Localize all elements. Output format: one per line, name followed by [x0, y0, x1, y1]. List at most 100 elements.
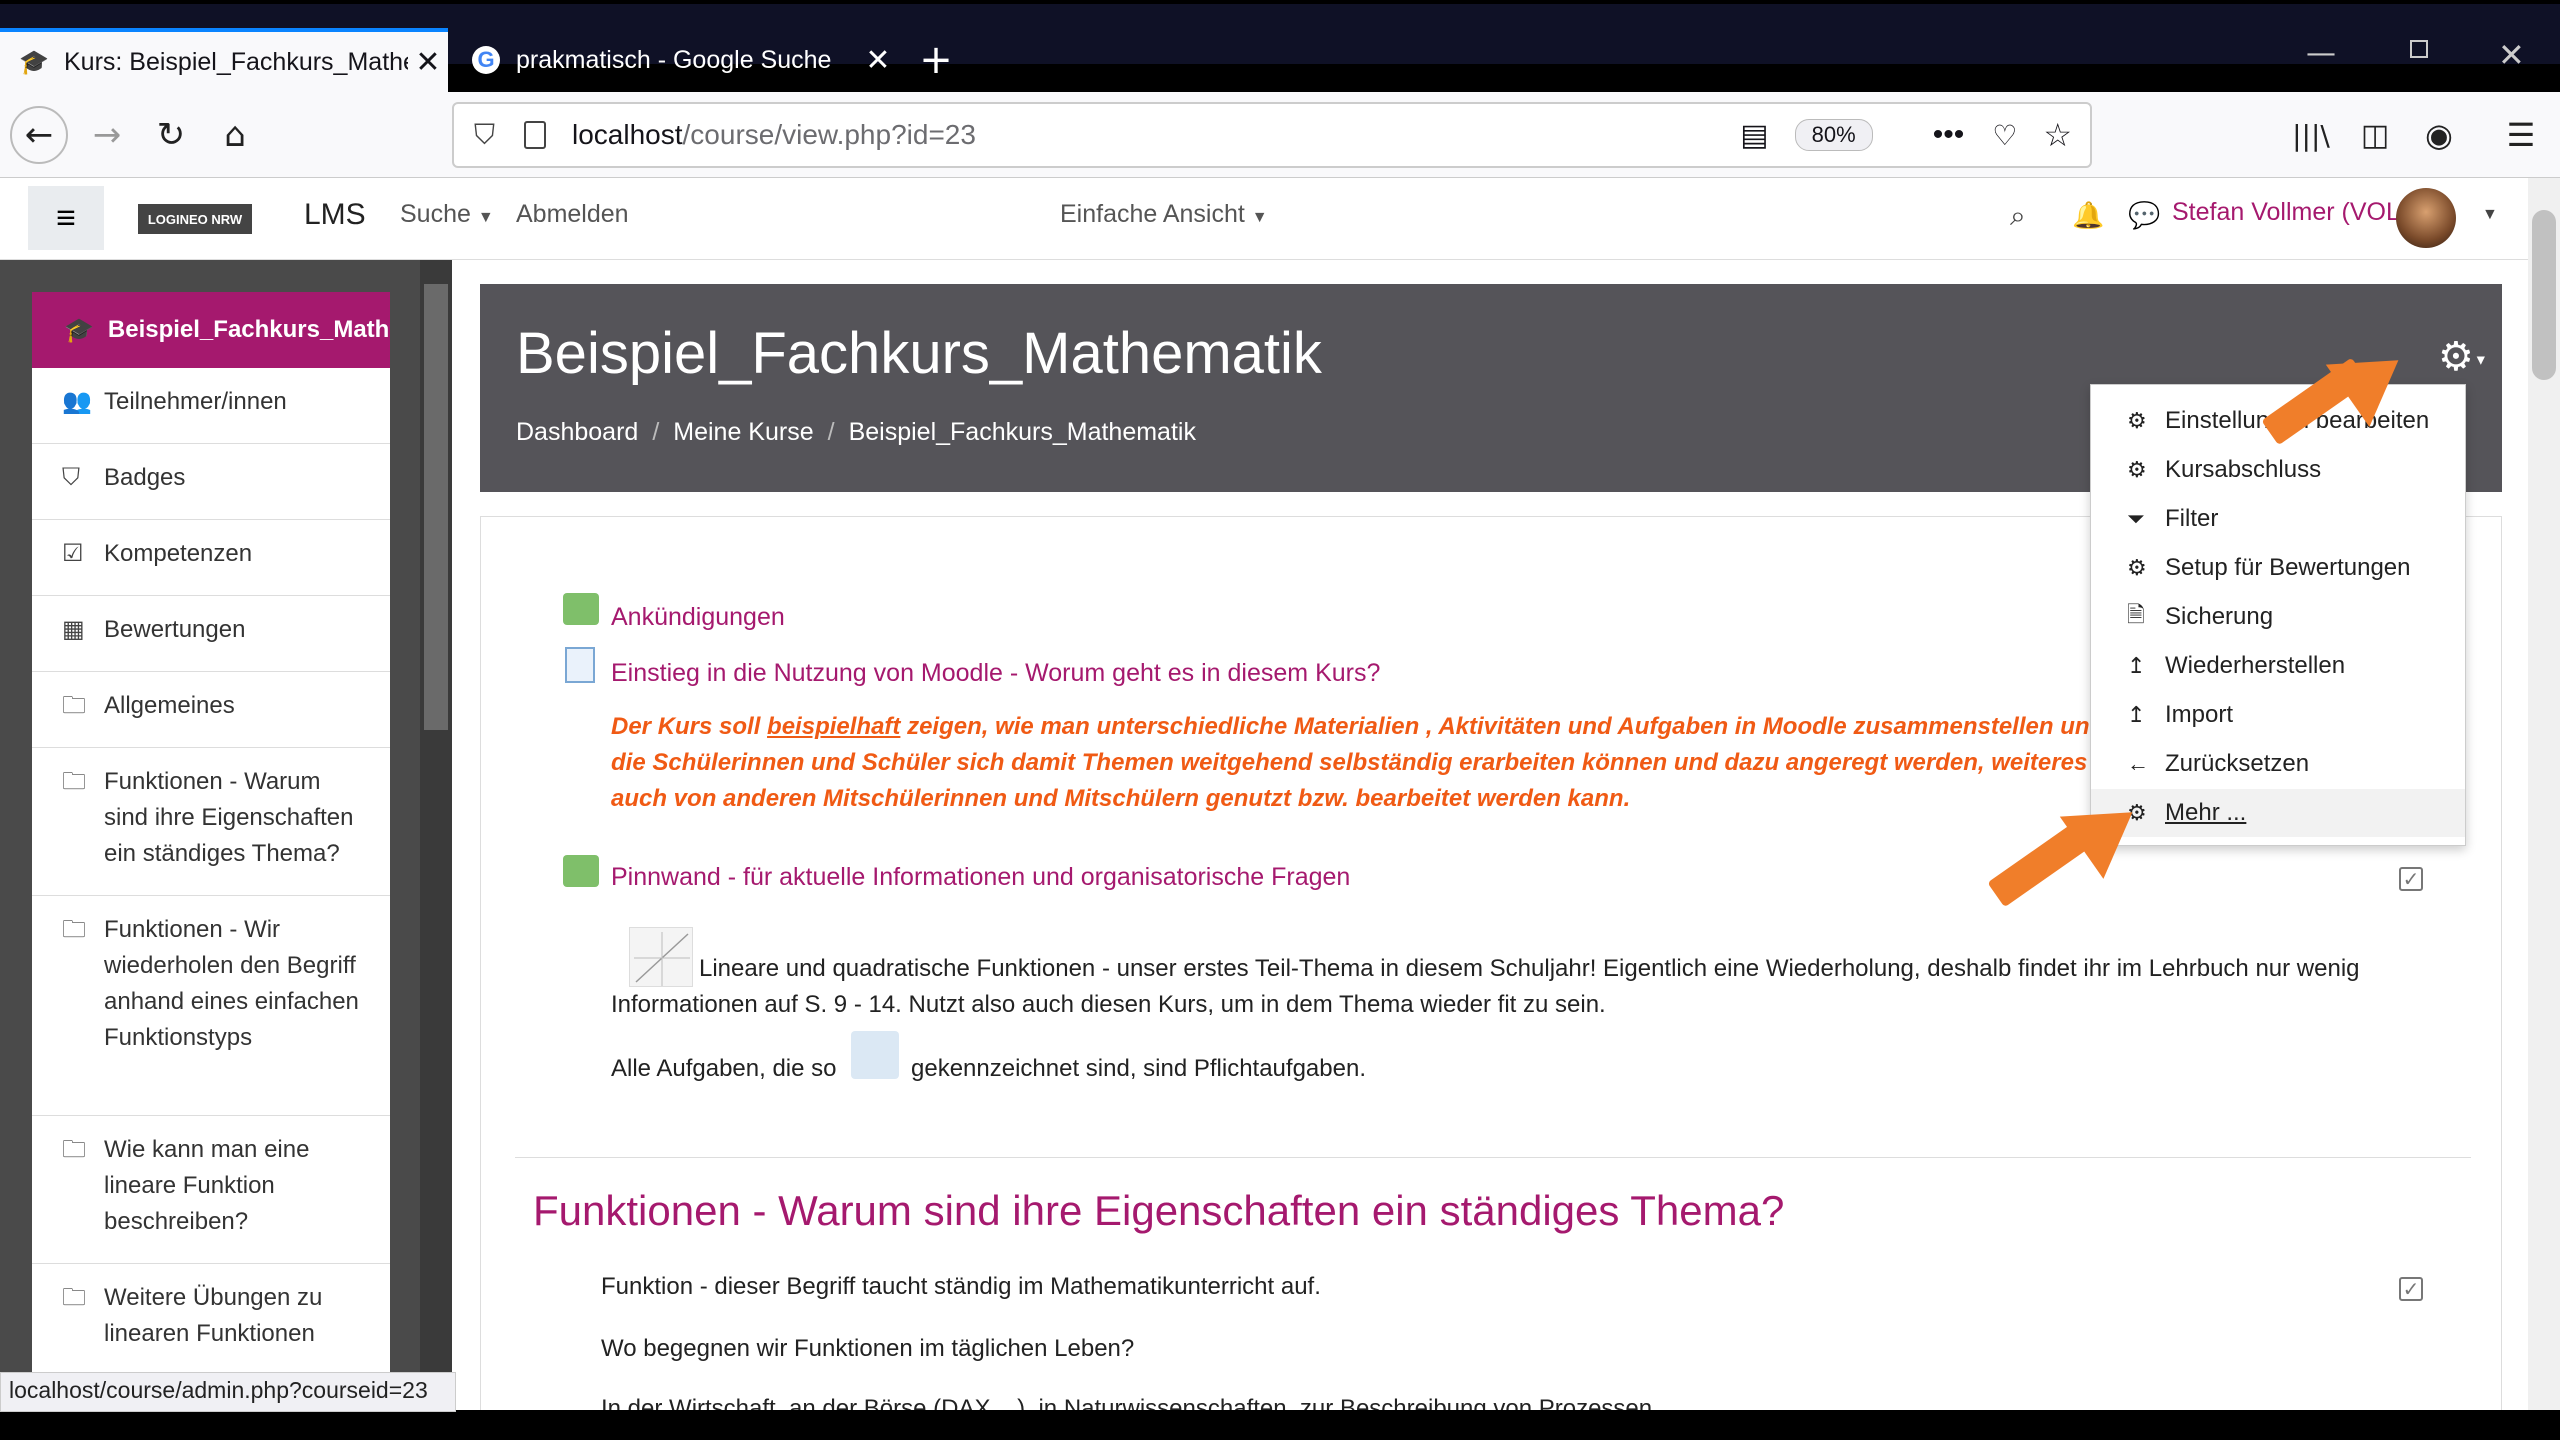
bookmark-star-icon[interactable]: ☆ [2043, 116, 2072, 154]
section-text-2: Wo begegnen wir Funktionen im täglichen … [601, 1335, 1135, 1362]
tab-title: Kurs: Beispiel_Fachkurs_Mathem [64, 47, 408, 76]
sidebar-toggle-icon[interactable]: ◫ [2346, 106, 2404, 164]
sidebar-item-general[interactable]: 🗀 Allgemeines [32, 672, 390, 748]
settings-gear-icon[interactable]: ⚙▼ [2438, 334, 2488, 380]
page-actions-icon[interactable]: ••• [1933, 118, 1965, 152]
close-tab-icon[interactable]: ✕ [858, 43, 898, 78]
menu-item-more[interactable]: ⚙ Mehr ... [2091, 789, 2465, 837]
linear-text-line-1: Lineare und quadratische Funktionen - un… [699, 955, 2360, 982]
pocket-icon[interactable]: ♡ [1992, 119, 2017, 152]
moodle-favicon-icon: 🎓 [19, 48, 49, 76]
menu-item-label: Mehr ... [2165, 799, 2247, 826]
reader-view-icon[interactable]: ▤ [1740, 118, 1768, 153]
upload-icon: ↥ [2127, 702, 2146, 727]
drawer-toggle-icon[interactable]: ≡ [28, 186, 104, 250]
users-icon: 👥 [62, 388, 92, 415]
account-icon[interactable]: ◉ [2410, 106, 2468, 164]
tab-google[interactable]: G prakmatisch - Google Suche ✕ [452, 28, 898, 92]
sidebar-item-label: Allgemeines [104, 692, 235, 719]
forum-icon [563, 593, 599, 625]
user-name[interactable]: Stefan Vollmer (VOL) [2172, 198, 2408, 227]
intro-text-line-1: Der Kurs soll beispielhaft zeigen, wie m… [611, 709, 2104, 745]
breadcrumb-dashboard[interactable]: Dashboard [516, 418, 638, 447]
section-divider [515, 1157, 2471, 1158]
search-menu[interactable]: Suche ▼ [400, 200, 494, 229]
intro-text-part: Der Kurs soll [611, 713, 768, 740]
page-scroll-thumb[interactable] [2532, 210, 2556, 380]
menu-item-backup[interactable]: 🗎 Sicherung [2091, 593, 2465, 641]
close-window-icon[interactable]: ✕ [2498, 36, 2525, 74]
sidebar-item-label: Kompetenzen [104, 540, 253, 567]
section-text-1: Funktion - dieser Begriff taucht ständig… [601, 1273, 1321, 1300]
sidebar-item-section-2[interactable]: 🗀 Funktionen - Wir wiederholen den Begrif… [32, 896, 390, 1116]
reload-icon[interactable]: ↻ [142, 106, 200, 164]
new-tab-icon[interactable]: + [910, 34, 962, 86]
breadcrumb-my-courses[interactable]: Meine Kurse [673, 418, 813, 447]
chat-icon[interactable]: 💬 [2128, 200, 2160, 231]
menu-item-restore[interactable]: ↥ Wiederherstellen [2091, 642, 2465, 690]
view-menu[interactable]: Einfache Ansicht ▼ [1060, 200, 1268, 229]
pinnwand-link[interactable]: Pinnwand - für aktuelle Informationen un… [611, 863, 1350, 892]
sidebar-item-section-1[interactable]: 🗀 Funktionen - Warum sind ihre Eigenschaf… [32, 748, 390, 896]
menu-item-label: Filter [2165, 505, 2219, 532]
home-icon[interactable]: ⌂ [206, 106, 264, 164]
search-label: Suche [400, 200, 471, 228]
tasks-text-a: Alle Aufgaben, die so [611, 1055, 837, 1082]
avatar[interactable] [2396, 188, 2456, 248]
sidebar-item-grades[interactable]: ▦ Bewertungen [32, 596, 390, 672]
close-tab-icon[interactable]: ✕ [408, 45, 448, 80]
menu-item-filter[interactable]: ⏷ Filter [2091, 495, 2465, 543]
folder-icon: 🗀 [62, 916, 86, 943]
bell-icon[interactable]: 🔔 [2072, 200, 2104, 231]
sidebar-item-section-3[interactable]: 🗀 Wie kann man eine lineare Funktion besc… [32, 1116, 390, 1264]
menu-item-completion[interactable]: ⚙ Kursabschluss [2091, 446, 2465, 494]
completion-checkbox[interactable]: ✓ [2399, 867, 2423, 891]
arrow-left-icon: ← [2127, 751, 2149, 776]
forum-icon [563, 855, 599, 887]
menu-item-import[interactable]: ↥ Import [2091, 691, 2465, 739]
section-title[interactable]: Funktionen - Warum sind ihre Eigenschaft… [533, 1187, 1784, 1235]
app-name[interactable]: LMS [304, 198, 366, 232]
sidebar-scroll-thumb[interactable] [424, 284, 448, 730]
menu-item-reset[interactable]: ← Zurücksetzen [2091, 740, 2465, 788]
sidebar-item-competencies[interactable]: ☑ Kompetenzen [32, 520, 390, 596]
shield-icon[interactable]: ⛉ [474, 119, 504, 152]
url-bar[interactable]: ⛉ localhost/course/view.php?id=23 ▤ 80% … [452, 102, 2092, 168]
chevron-down-icon[interactable]: ▼ [2482, 206, 2498, 224]
menu-icon[interactable]: ☰ [2492, 106, 2550, 164]
announcements-link[interactable]: Ankündigungen [611, 603, 785, 632]
sidebar-item-label: Bewertungen [104, 616, 246, 643]
zoom-level[interactable]: 80% [1794, 119, 1873, 151]
search-icon[interactable]: ⌕ [2010, 200, 2026, 233]
folder-icon: 🗀 [62, 1136, 86, 1163]
breadcrumb: Dashboard / Meine Kurse / Beispiel_Fachk… [516, 418, 1196, 447]
sidebar-item-label: Funktionen - Warum sind ihre Eigenschaft… [104, 768, 354, 867]
gear-icon: ⚙ [2127, 555, 2147, 580]
breadcrumb-course[interactable]: Beispiel_Fachkurs_Mathematik [849, 418, 1196, 447]
section-text-3: In der Wirtschaft, an der Börse (DAX ...… [601, 1395, 1673, 1410]
logo-text: LOGINEO NRW [147, 211, 243, 227]
intro-text-line-2: die Schülerinnen und Schüler sich damit … [611, 749, 2114, 776]
gear-icon: ⚙ [2127, 457, 2147, 482]
restore-icon[interactable] [2410, 40, 2428, 58]
sidebar-item-label: Wie kann man eine lineare Funktion besch… [104, 1136, 310, 1235]
logo[interactable]: LOGINEO NRW [138, 204, 252, 234]
forward-icon[interactable]: → [78, 106, 136, 164]
status-bar-url: localhost/course/admin.php?courseid=23 [0, 1372, 456, 1412]
course-drawer: 🎓 Beispiel_Fachkurs_Mathematik 👥 Teilnehm… [0, 260, 452, 1410]
back-icon[interactable]: ← [10, 106, 68, 164]
sidebar-item-participants[interactable]: 👥 Teilnehmer/innen [32, 368, 390, 444]
minimize-icon[interactable]: — [2306, 36, 2336, 71]
folder-icon: 🗀 [62, 1284, 86, 1311]
tab-course[interactable]: 🎓 Kurs: Beispiel_Fachkurs_Mathem ✕ [0, 28, 448, 92]
intro-page-link[interactable]: Einstieg in die Nutzung von Moodle - Wor… [611, 659, 1380, 688]
sidebar-course-title[interactable]: 🎓 Beispiel_Fachkurs_Mathematik [32, 292, 390, 368]
sidebar-item-badges[interactable]: ⛉ Badges [32, 444, 390, 520]
menu-item-gradebook-setup[interactable]: ⚙ Setup für Bewertungen [2091, 544, 2465, 592]
shield-icon: ⛉ [62, 464, 80, 491]
completion-checkbox[interactable]: ✓ [2399, 1277, 2423, 1301]
menu-item-label: Import [2165, 701, 2234, 728]
library-icon[interactable]: |||\ [2282, 106, 2340, 164]
check-square-icon: ☑ [62, 540, 84, 567]
logout-link[interactable]: Abmelden [516, 200, 629, 229]
